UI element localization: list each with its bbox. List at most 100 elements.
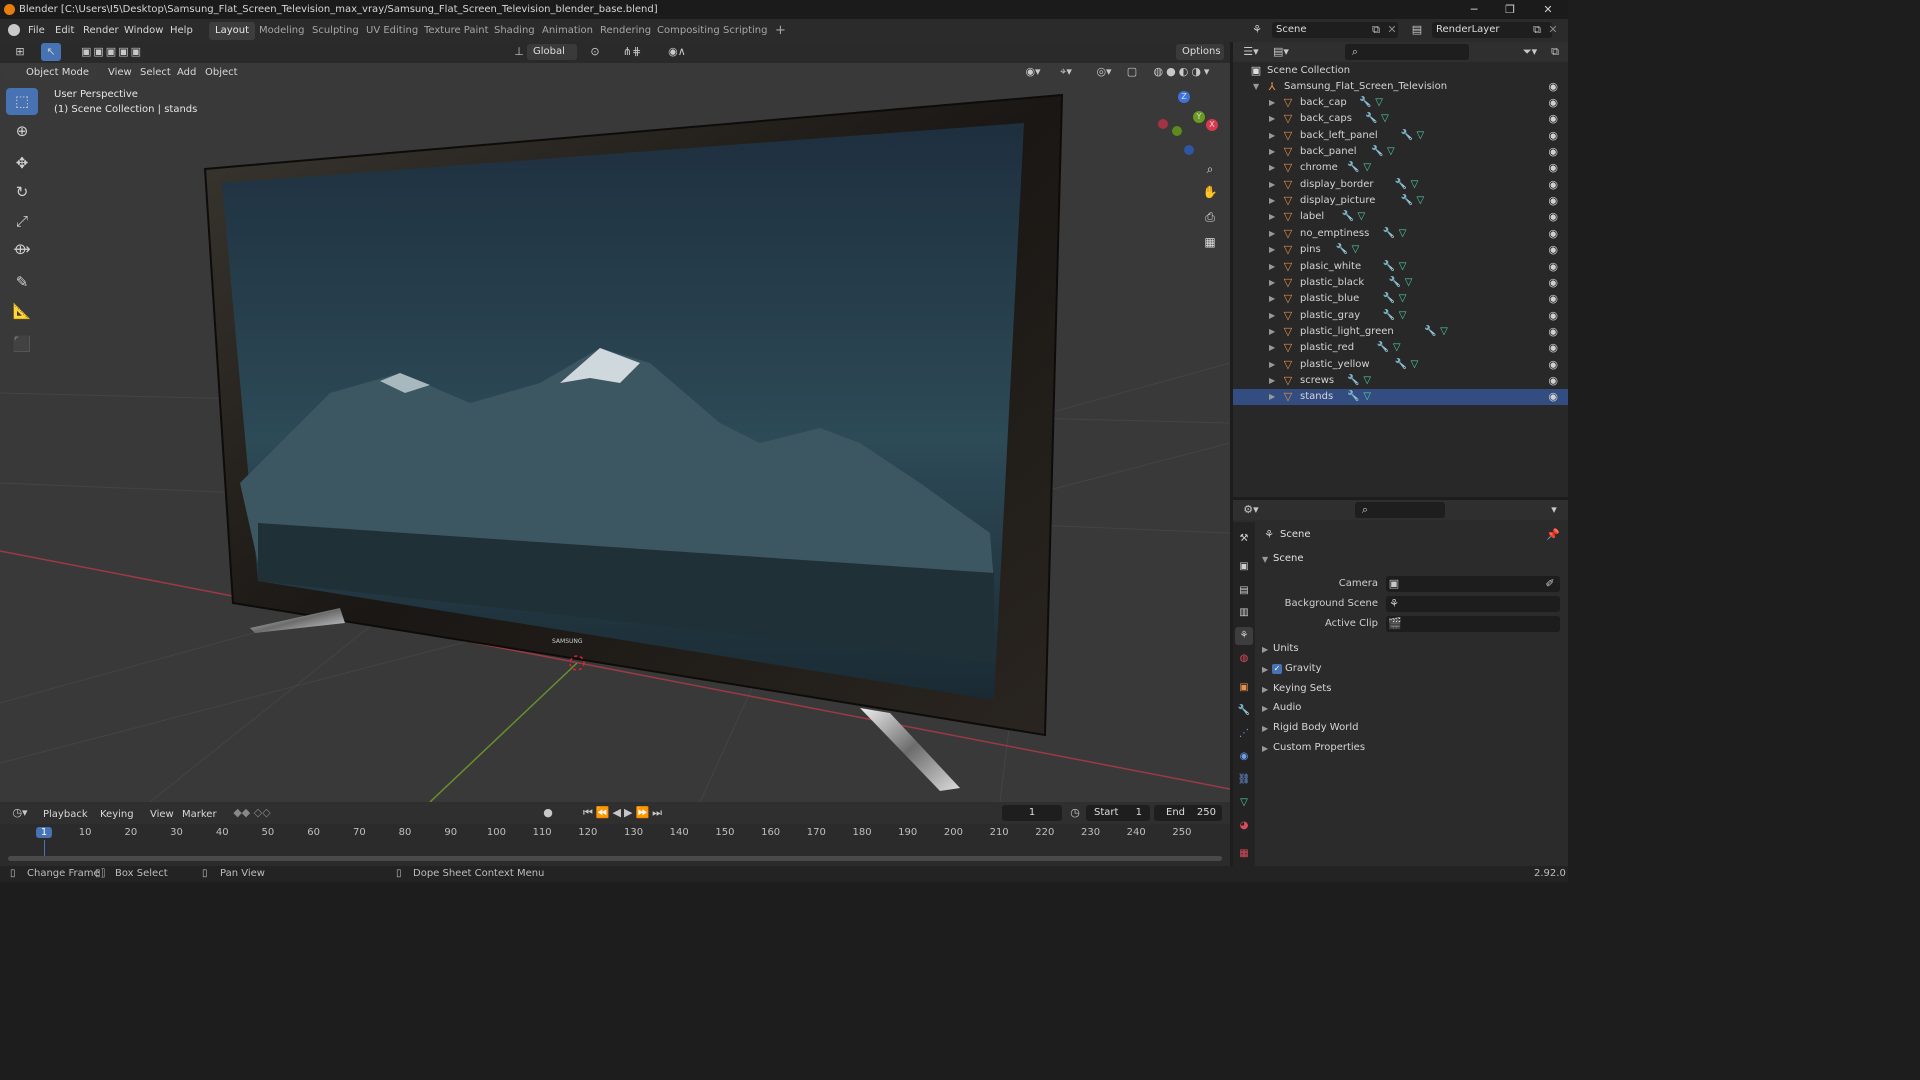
- transform-orientation-dropdown[interactable]: Global: [527, 44, 577, 60]
- zoom-icon[interactable]: ⌕: [1199, 158, 1221, 180]
- snap-icon[interactable]: ⋔⋕: [611, 43, 653, 61]
- visibility-eye-icon[interactable]: ◉: [1548, 95, 1558, 111]
- tab-uv-editing[interactable]: UV Editing: [360, 22, 424, 40]
- mesh-data-icon[interactable]: ▽: [1417, 128, 1425, 144]
- mesh-data-icon[interactable]: ▽: [1411, 357, 1419, 373]
- mesh-data-icon[interactable]: ▽: [1399, 226, 1407, 242]
- timeline-menu-keying[interactable]: Keying: [100, 807, 134, 822]
- tab-sculpting[interactable]: Sculpting: [306, 22, 365, 40]
- visibility-eye-icon[interactable]: ◉: [1548, 389, 1558, 405]
- modifier-icon[interactable]: 🔧: [1371, 144, 1383, 160]
- outliner-row-stands[interactable]: ▶ ▽ stands 🔧 ▽ ◉: [1233, 389, 1568, 406]
- section-units[interactable]: Units: [1273, 643, 1299, 654]
- expand-arrow-icon[interactable]: ▶: [1269, 128, 1279, 144]
- gravity-checkbox[interactable]: ✓: [1272, 663, 1282, 674]
- cursor-tool-icon[interactable]: ⊕: [6, 118, 38, 145]
- scale-tool-icon[interactable]: ⤢: [6, 208, 38, 235]
- data-tab-icon[interactable]: ▽: [1235, 794, 1253, 812]
- texture-tab-icon[interactable]: ▦: [1235, 845, 1253, 863]
- modifier-icon[interactable]: 🔧: [1377, 340, 1389, 356]
- gizmo-x-axis[interactable]: X: [1206, 119, 1218, 131]
- outliner-row-plastic-light-green[interactable]: ▶ ▽ plastic_light_green 🔧 ▽ ◉: [1233, 324, 1568, 340]
- options-dropdown[interactable]: Options: [1176, 44, 1224, 60]
- section-arrow-icon[interactable]: ▶: [1262, 724, 1272, 733]
- modifier-icon[interactable]: 🔧: [1401, 193, 1413, 209]
- section-arrow-icon[interactable]: ▶: [1262, 744, 1272, 753]
- tab-layout[interactable]: Layout: [209, 22, 255, 40]
- tab-compositing[interactable]: Compositing: [651, 22, 726, 40]
- world-tab-icon[interactable]: ◍: [1235, 650, 1253, 668]
- menu-help[interactable]: Help: [170, 23, 193, 38]
- gizmo-y-axis[interactable]: Y: [1193, 111, 1205, 123]
- modifier-icon[interactable]: 🔧: [1389, 275, 1401, 291]
- modifier-icon[interactable]: 🔧: [1336, 242, 1348, 258]
- visibility-eye-icon[interactable]: ◉: [1548, 324, 1558, 340]
- select-box-tool-icon[interactable]: ⬚: [6, 88, 38, 115]
- expand-arrow-icon[interactable]: ▶: [1269, 275, 1279, 291]
- outliner-row-display-border[interactable]: ▶ ▽ display_border 🔧 ▽ ◉: [1233, 177, 1568, 193]
- visibility-eye-icon[interactable]: ◉: [1548, 209, 1558, 225]
- expand-arrow-icon[interactable]: ▶: [1269, 373, 1279, 389]
- expand-arrow-icon[interactable]: ▶: [1269, 160, 1279, 176]
- mesh-data-icon[interactable]: ▽: [1375, 95, 1383, 111]
- add-cube-tool-icon[interactable]: ⬛: [6, 331, 38, 358]
- scene-tab-icon[interactable]: ⚘: [1235, 627, 1253, 645]
- add-workspace-icon[interactable]: +: [769, 22, 792, 40]
- outliner-row-back-left-panel[interactable]: ▶ ▽ back_left_panel 🔧 ▽ ◉: [1233, 128, 1568, 144]
- outliner-editor-icon[interactable]: ☰▾: [1239, 43, 1263, 61]
- 3d-viewport[interactable]: SAMSUNG User Perspective (1) Scene Colle…: [0, 63, 1230, 802]
- modifier-icon[interactable]: 🔧: [1383, 259, 1395, 275]
- viewport-menu-view[interactable]: View: [108, 65, 132, 80]
- outliner-row-scene-collection[interactable]: ▣ Scene Collection: [1233, 63, 1568, 79]
- material-tab-icon[interactable]: ◕: [1235, 817, 1253, 835]
- view-layer-icon[interactable]: ▤: [1406, 21, 1428, 39]
- visibility-eye-icon[interactable]: ◉: [1548, 160, 1558, 176]
- visibility-icon[interactable]: ◉▾: [1020, 63, 1046, 81]
- properties-options-icon[interactable]: ▾: [1547, 501, 1561, 519]
- modifier-icon[interactable]: 🔧: [1383, 308, 1395, 324]
- current-frame-field[interactable]: 1: [1002, 805, 1062, 821]
- outliner-row-plastic-gray[interactable]: ▶ ▽ plastic_gray 🔧 ▽ ◉: [1233, 308, 1568, 324]
- expand-arrow-icon[interactable]: ▶: [1269, 291, 1279, 307]
- mesh-data-icon[interactable]: ▽: [1381, 111, 1389, 127]
- modifier-icon[interactable]: 🔧: [1395, 177, 1407, 193]
- display-mode-icon[interactable]: ▤▾: [1269, 43, 1293, 61]
- visibility-eye-icon[interactable]: ◉: [1548, 111, 1558, 127]
- expand-arrow-icon[interactable]: ▶: [1269, 324, 1279, 340]
- tool-tab-icon[interactable]: ⚒: [1235, 530, 1253, 548]
- outliner-row-pins[interactable]: ▶ ▽ pins 🔧 ▽ ◉: [1233, 242, 1568, 258]
- expand-arrow-icon[interactable]: ▶: [1269, 242, 1279, 258]
- xray-icon[interactable]: ▢: [1125, 63, 1139, 81]
- scene-panel-arrow-icon[interactable]: ▼: [1262, 555, 1272, 564]
- outliner-row-collection[interactable]: ▼ ⅄ Samsung_Flat_Screen_Television ◉: [1233, 79, 1568, 95]
- clock-icon[interactable]: ◷: [1068, 804, 1082, 822]
- gizmo-neg-x[interactable]: [1158, 119, 1168, 129]
- close-button[interactable]: ✕: [1530, 0, 1566, 19]
- visibility-eye-icon[interactable]: ◉: [1548, 79, 1558, 95]
- visibility-eye-icon[interactable]: ◉: [1548, 242, 1558, 258]
- outliner-row-back-caps[interactable]: ▶ ▽ back_caps 🔧 ▽ ◉: [1233, 111, 1568, 127]
- modifier-icon[interactable]: 🔧: [1365, 111, 1377, 127]
- mesh-data-icon[interactable]: ▽: [1363, 373, 1371, 389]
- render-tab-icon[interactable]: ▣: [1235, 558, 1253, 576]
- scene-panel-title[interactable]: Scene: [1273, 553, 1304, 564]
- visibility-eye-icon[interactable]: ◉: [1548, 193, 1558, 209]
- keyframe-icons[interactable]: ◆◆ ◇◇: [222, 804, 282, 822]
- modifier-icon[interactable]: 🔧: [1395, 357, 1407, 373]
- modifier-icon[interactable]: 🔧: [1359, 95, 1371, 111]
- outliner-row-display-picture[interactable]: ▶ ▽ display_picture 🔧 ▽ ◉: [1233, 193, 1568, 209]
- expand-arrow-icon[interactable]: ▶: [1269, 144, 1279, 160]
- new-view-layer-icon[interactable]: ⧉: [1530, 21, 1544, 39]
- modifier-icon[interactable]: 🔧: [1347, 389, 1359, 405]
- expand-arrow-icon[interactable]: ▶: [1269, 340, 1279, 356]
- expand-arrow-icon[interactable]: ▼: [1253, 79, 1263, 95]
- visibility-eye-icon[interactable]: ◉: [1548, 226, 1558, 242]
- menu-file[interactable]: File: [28, 23, 45, 38]
- background-scene-field[interactable]: [1386, 596, 1560, 612]
- modifier-icon[interactable]: 🔧: [1424, 324, 1436, 340]
- outliner-row-plasic-white[interactable]: ▶ ▽ plasic_white 🔧 ▽ ◉: [1233, 259, 1568, 275]
- section-arrow-icon[interactable]: ▶: [1262, 704, 1272, 713]
- active-clip-field[interactable]: [1386, 616, 1560, 632]
- modifier-icon[interactable]: 🔧: [1383, 226, 1395, 242]
- mesh-data-icon[interactable]: ▽: [1411, 177, 1419, 193]
